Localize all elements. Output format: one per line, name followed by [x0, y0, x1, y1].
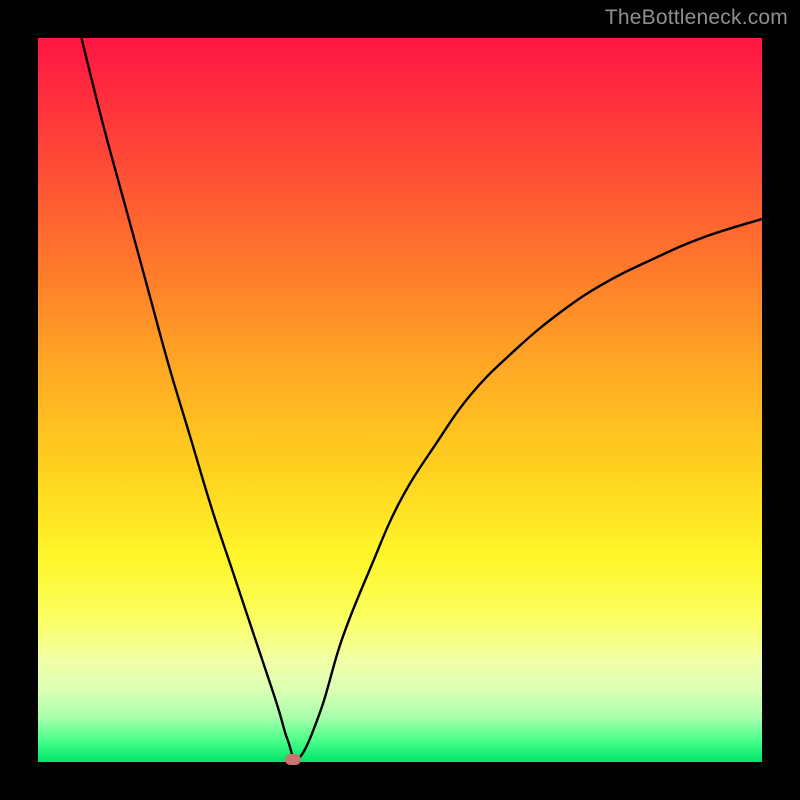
watermark-text: TheBottleneck.com — [605, 6, 788, 30]
chart-plot-area — [38, 38, 762, 762]
bottleneck-curve — [38, 38, 762, 762]
optimal-point-marker — [285, 754, 301, 765]
chart-frame: TheBottleneck.com — [0, 0, 800, 800]
